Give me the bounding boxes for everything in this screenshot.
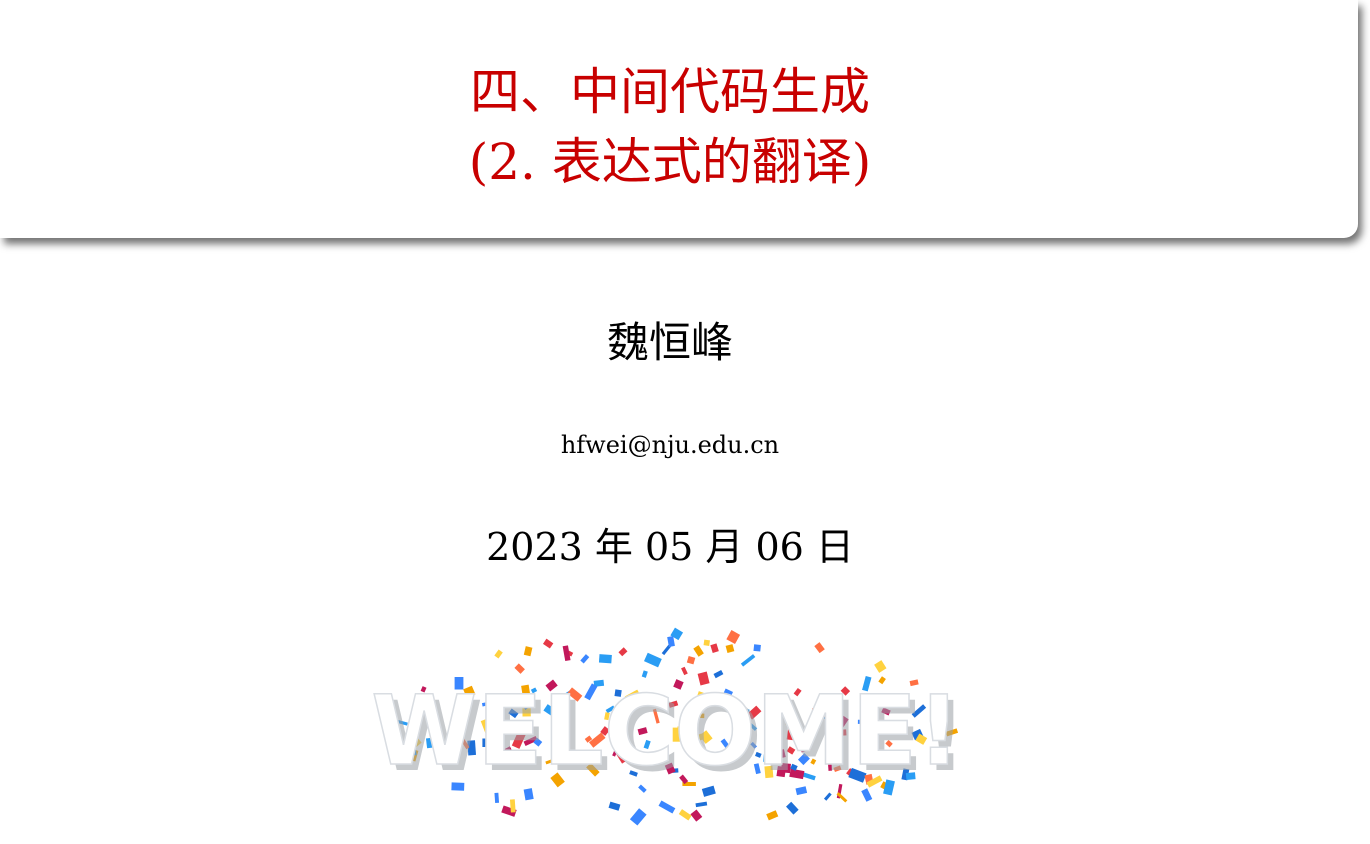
confetti-piece — [494, 792, 500, 804]
welcome-image: WELCOME! WELCOME! — [370, 612, 970, 844]
author-email: hfwei@nju.edu.cn — [560, 431, 780, 459]
title-box: 四、中间代码生成 (2. 表达式的翻译) — [0, 0, 1358, 238]
confetti-piece — [618, 647, 628, 657]
author-name: 魏恒峰 — [606, 318, 733, 367]
confetti-piece — [823, 792, 832, 801]
confetti-piece — [726, 630, 741, 645]
confetti-piece — [703, 639, 710, 646]
confetti-piece — [608, 801, 621, 811]
confetti-piece — [725, 644, 735, 653]
slide-title-line2: (2. 表达式的翻译) — [468, 133, 872, 191]
confetti-piece — [814, 642, 825, 654]
slide-title-line1: 四、中间代码生成 — [470, 63, 870, 121]
confetti-piece — [753, 644, 761, 652]
welcome-graphic: WELCOME! WELCOME! — [370, 627, 967, 826]
confetti-piece — [514, 663, 525, 674]
confetti-piece — [766, 810, 779, 821]
confetti-piece — [494, 649, 503, 659]
presentation-date: 2023 年 05 月 06 日 — [486, 525, 854, 569]
confetti-piece — [686, 655, 696, 665]
confetti-piece — [695, 801, 708, 808]
confetti-piece — [542, 638, 554, 649]
confetti-piece — [678, 809, 692, 821]
confetti-piece — [643, 652, 662, 668]
confetti-piece — [658, 800, 676, 814]
confetti-piece — [598, 654, 612, 664]
confetti-piece — [509, 799, 516, 813]
confetti-piece — [681, 666, 688, 676]
confetti-piece — [693, 645, 704, 657]
confetti-piece — [874, 660, 887, 673]
confetti-piece — [629, 808, 647, 826]
welcome-text: WELCOME! — [371, 675, 961, 787]
confetti-piece — [580, 654, 590, 664]
confetti-piece — [740, 654, 756, 667]
confetti-piece — [690, 809, 703, 822]
confetti-piece — [786, 801, 799, 815]
confetti-piece — [710, 643, 719, 653]
confetti-piece — [523, 646, 533, 657]
